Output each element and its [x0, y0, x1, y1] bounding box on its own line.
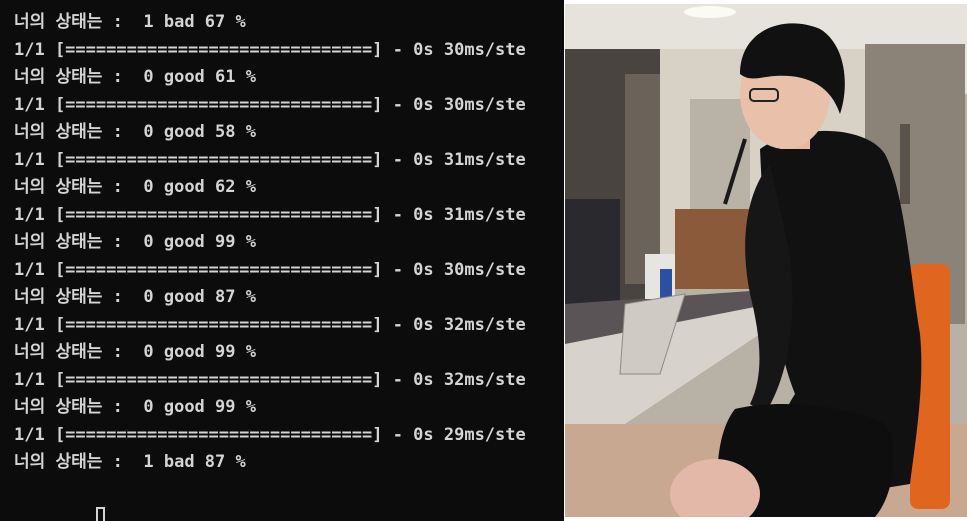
ceiling-light	[684, 6, 736, 18]
webcam-view	[565, 4, 967, 517]
terminal-line-progress: 1/1 [==============================] - 0…	[14, 424, 526, 445]
terminal-line-progress: 1/1 [==============================] - 0…	[14, 94, 526, 115]
terminal-line-status: 너의 상태는 : 0 good 58 %	[14, 122, 256, 142]
terminal-line-status: 너의 상태는 : 0 good 99 %	[14, 397, 256, 417]
terminal-line-status: 너의 상태는 : 1 bad 67 %	[14, 12, 246, 32]
screen: 너의 상태는 : 1 bad 67 % 1/1 [===============…	[0, 0, 967, 521]
terminal-line-progress: 1/1 [==============================] - 0…	[14, 259, 526, 280]
terminal-line-status: 너의 상태는 : 0 good 99 %	[14, 232, 256, 252]
terminal-line-progress: 1/1 [==============================] - 0…	[14, 204, 526, 225]
terminal-prompt-line[interactable]	[14, 477, 526, 521]
terminal-line-progress: 1/1 [==============================] - 0…	[14, 369, 526, 390]
drink-can	[660, 269, 672, 299]
terminal-line-status: 너의 상태는 : 0 good 99 %	[14, 342, 256, 362]
terminal-line-progress: 1/1 [==============================] - 0…	[14, 149, 526, 170]
terminal-line-status: 너의 상태는 : 0 good 61 %	[14, 67, 256, 87]
terminal-output: 너의 상태는 : 1 bad 67 % 1/1 [===============…	[14, 9, 526, 521]
monitor	[565, 199, 620, 304]
terminal-window[interactable]: 너의 상태는 : 1 bad 67 % 1/1 [===============…	[0, 0, 564, 521]
terminal-line-progress: 1/1 [==============================] - 0…	[14, 39, 526, 60]
block-cursor-icon	[95, 507, 105, 521]
terminal-line-progress: 1/1 [==============================] - 0…	[14, 314, 526, 335]
door	[625, 74, 660, 284]
terminal-line-status: 너의 상태는 : 0 good 87 %	[14, 287, 256, 307]
wall-frame	[900, 124, 910, 204]
webcam-frame-image	[565, 4, 967, 517]
terminal-line-status: 너의 상태는 : 0 good 62 %	[14, 177, 256, 197]
terminal-line-status: 너의 상태는 : 1 bad 87 %	[14, 452, 246, 472]
